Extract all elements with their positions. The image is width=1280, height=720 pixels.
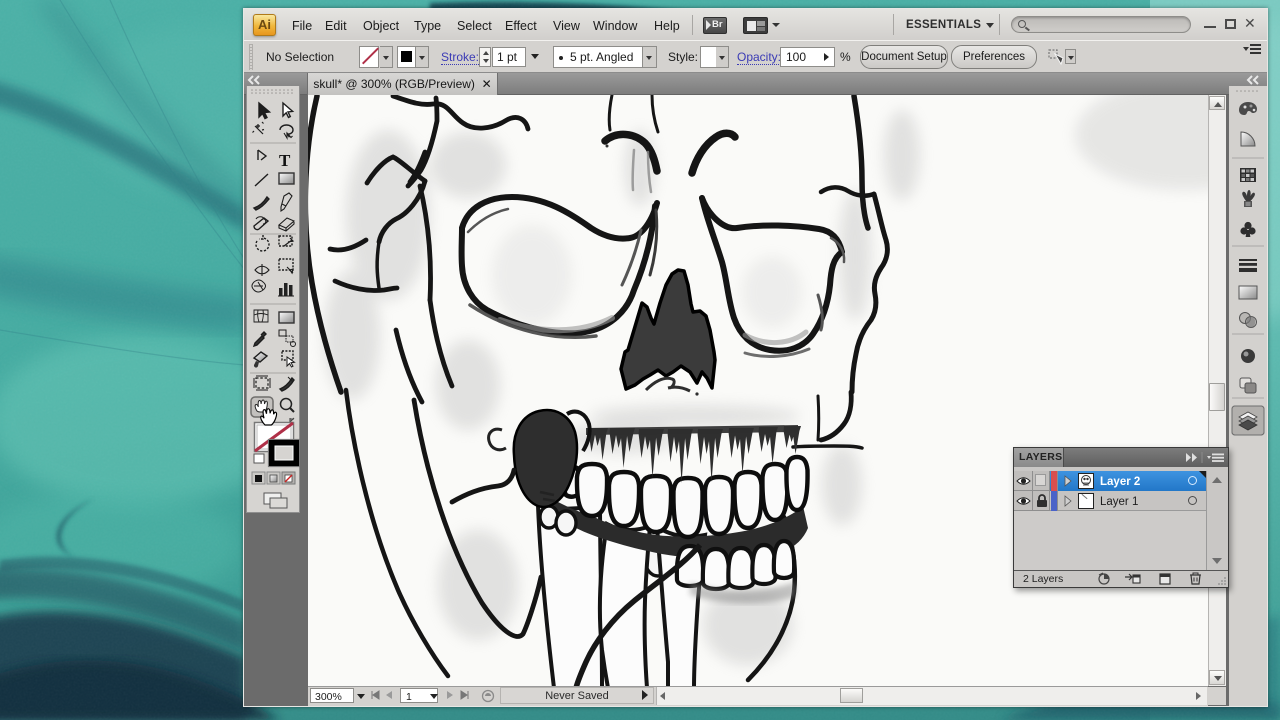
svg-text:T: T [279,151,291,170]
